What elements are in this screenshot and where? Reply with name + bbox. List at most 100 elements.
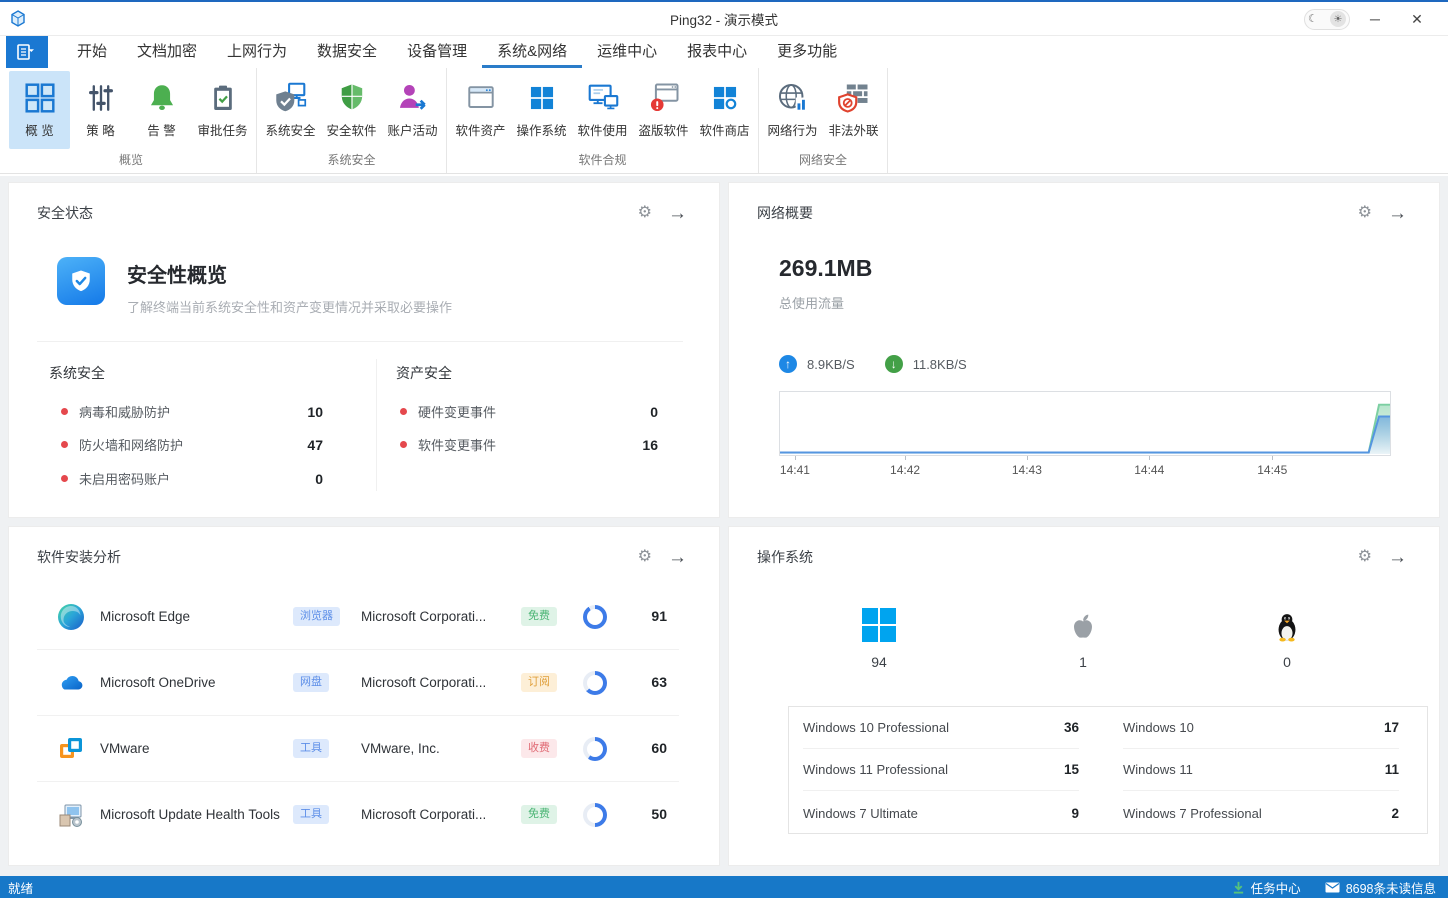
- ribbon-item-label: 软件使用: [577, 120, 627, 139]
- section-title-asset-security: 资产安全: [396, 363, 452, 383]
- firewall-shield-icon: [836, 76, 872, 120]
- ribbon-item-overview[interactable]: 概 览: [9, 71, 70, 149]
- ribbon-item-label: 账户活动: [387, 120, 437, 139]
- x-axis-tick: [905, 456, 906, 460]
- ribbon-group-system-security: 系统安全 安全软件 账户活动 系统安全: [257, 68, 447, 173]
- theme-toggle[interactable]: ☾ ☀: [1304, 9, 1350, 30]
- ribbon-item-policy[interactable]: 策 略: [70, 71, 131, 149]
- ribbon-item-account-activity[interactable]: 账户活动: [382, 71, 443, 149]
- os-version-table: Windows 10 Professional 36 Windows 11 Pr…: [788, 706, 1428, 834]
- tab-doc-encryption[interactable]: 文档加密: [122, 36, 212, 68]
- os-table-column: Windows 10 17 Windows 11 11 Windows 7 Pr…: [1109, 707, 1429, 833]
- install-progress-ring: [583, 737, 607, 761]
- ribbon-item-label: 审批任务: [197, 120, 247, 139]
- light-mode-icon: ☀: [1330, 11, 1346, 27]
- alert-dot-icon: [61, 408, 68, 415]
- x-axis-tick: [1149, 456, 1150, 460]
- tab-data-security[interactable]: 数据安全: [302, 36, 392, 68]
- os-table-row[interactable]: Windows 10 17: [1123, 707, 1399, 749]
- alert-dot-icon: [400, 441, 407, 448]
- os-version-label: Windows 10: [1123, 720, 1194, 735]
- software-row-vmware[interactable]: VMware 工具 VMware, Inc. 收费 60: [37, 716, 679, 782]
- status-ready: 就绪: [8, 878, 33, 897]
- ribbon-item-software-usage[interactable]: 软件使用: [572, 71, 633, 149]
- windows-grid-icon: [525, 76, 559, 120]
- os-table-row[interactable]: Windows 11 Professional 15: [803, 749, 1079, 791]
- stat-hardware-change[interactable]: 硬件变更事件 0: [400, 402, 658, 421]
- ribbon-item-operating-system[interactable]: 操作系统: [511, 71, 572, 149]
- settings-gear-icon[interactable]: ⚙: [1358, 549, 1372, 565]
- stat-firewall-network[interactable]: 防火墙和网络防护 47: [61, 435, 323, 454]
- settings-gear-icon[interactable]: ⚙: [1358, 205, 1372, 221]
- tab-more-features[interactable]: 更多功能: [762, 36, 852, 68]
- ribbon-item-security-software[interactable]: 安全软件: [321, 71, 382, 149]
- open-detail-arrow-icon[interactable]: →: [1388, 204, 1407, 223]
- apple-logo-icon: [1023, 601, 1143, 643]
- tab-web-behavior[interactable]: 上网行为: [212, 36, 302, 68]
- settings-gear-icon[interactable]: ⚙: [638, 205, 652, 221]
- sliders-icon: [83, 76, 119, 120]
- platform-linux[interactable]: 0: [1227, 601, 1347, 670]
- security-shield-icon: [57, 257, 105, 305]
- panel-title: 操作系统: [757, 547, 813, 567]
- total-traffic-label: 总使用流量: [779, 293, 844, 312]
- ribbon-item-system-security[interactable]: 系统安全: [260, 71, 321, 149]
- tab-home[interactable]: 开始: [62, 36, 122, 68]
- alert-dot-icon: [61, 441, 68, 448]
- os-version-label: Windows 10 Professional: [803, 720, 949, 735]
- menu-tab-bar: 开始 文档加密 上网行为 数据安全 设备管理 系统&网络 运维中心 报表中心 更…: [0, 36, 1448, 68]
- tab-ops-center[interactable]: 运维中心: [582, 36, 672, 68]
- os-table-row[interactable]: Windows 11 11: [1123, 749, 1399, 791]
- stat-no-password-accounts[interactable]: 未启用密码账户 0: [61, 469, 323, 488]
- ribbon-item-illegal-connection[interactable]: 非法外联: [823, 71, 884, 149]
- ribbon-item-label: 非法外联: [828, 120, 878, 139]
- panel-operating-systems: 操作系统 ⚙ → 94 1: [728, 526, 1440, 866]
- ribbon-item-label: 软件商店: [699, 120, 749, 139]
- open-detail-arrow-icon[interactable]: →: [668, 204, 687, 223]
- install-progress-ring: [583, 803, 607, 827]
- divider: [376, 359, 377, 491]
- stat-software-change[interactable]: 软件变更事件 16: [400, 435, 658, 454]
- software-row-onedrive[interactable]: Microsoft OneDrive 网盘 Microsoft Corporat…: [37, 650, 679, 716]
- ribbon-group-software-compliance: 软件资产 操作系统 软件使用: [447, 68, 759, 173]
- settings-gear-icon[interactable]: ⚙: [638, 549, 652, 565]
- close-button[interactable]: ✕: [1400, 4, 1434, 34]
- panel-title: 安全状态: [37, 203, 93, 223]
- task-center-button[interactable]: 任务中心: [1232, 878, 1301, 897]
- window-icon: [463, 76, 499, 120]
- stat-value: 0: [650, 404, 658, 420]
- software-row-update-health-tools[interactable]: Microsoft Update Health Tools 工具 Microso…: [37, 782, 679, 848]
- minimize-button[interactable]: ─: [1358, 4, 1392, 34]
- category-badge: 浏览器: [293, 607, 340, 626]
- software-row-edge[interactable]: Microsoft Edge 浏览器 Microsoft Corporati..…: [37, 584, 679, 650]
- edge-icon: [57, 603, 85, 631]
- unread-messages-button[interactable]: 8698条未读信息: [1325, 878, 1436, 897]
- os-table-row[interactable]: Windows 7 Ultimate 9: [803, 791, 1079, 835]
- ribbon-item-software-store[interactable]: 软件商店: [694, 71, 755, 149]
- ribbon-item-pirated-software[interactable]: 盗版软件: [633, 71, 694, 149]
- ribbon-item-network-behavior[interactable]: 网络行为: [762, 71, 823, 149]
- ribbon-item-alerts[interactable]: 告 警: [131, 71, 192, 149]
- x-axis-tick-label: 14:43: [1012, 463, 1042, 477]
- stat-virus-threat[interactable]: 病毒和威胁防护 10: [61, 402, 323, 421]
- document-menu-icon: [17, 44, 37, 60]
- stat-label: 病毒和威胁防护: [79, 402, 307, 421]
- price-badge: 免费: [521, 607, 557, 626]
- open-detail-arrow-icon[interactable]: →: [668, 548, 687, 567]
- ribbon-item-approval-tasks[interactable]: 审批任务: [192, 71, 253, 149]
- shield-monitor-icon: [272, 76, 310, 120]
- platform-windows[interactable]: 94: [819, 601, 939, 670]
- os-table-row[interactable]: Windows 7 Professional 2: [1123, 791, 1399, 835]
- ribbon-item-software-assets[interactable]: 软件资产: [450, 71, 511, 149]
- os-table-row[interactable]: Windows 10 Professional 36: [803, 707, 1079, 749]
- main-menu-button[interactable]: [6, 36, 48, 68]
- ping32-window: Ping32 - 演示模式 ☾ ☀ ─ ✕ 开始 文档加密 上网行为 数据安全 …: [0, 0, 1448, 898]
- open-detail-arrow-icon[interactable]: →: [1388, 548, 1407, 567]
- platform-apple[interactable]: 1: [1023, 601, 1143, 670]
- app-store-grid-icon: [708, 76, 742, 120]
- tab-device-management[interactable]: 设备管理: [392, 36, 482, 68]
- tab-system-network[interactable]: 系统&网络: [482, 36, 582, 68]
- ribbon-item-label: 盗版软件: [638, 120, 688, 139]
- software-name: Microsoft Edge: [100, 609, 190, 624]
- tab-report-center[interactable]: 报表中心: [672, 36, 762, 68]
